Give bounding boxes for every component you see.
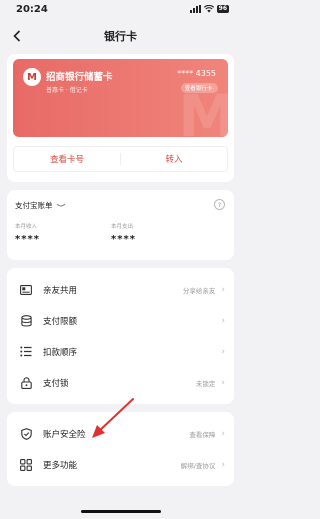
bill-panel: 支付宝账单 ? 本月收入 **** 本月支出 ****: [7, 190, 234, 260]
transfer-in-button[interactable]: 转入: [121, 147, 227, 171]
card-tag[interactable]: 查看银行卡·: [180, 83, 218, 93]
settings-menu: 亲友共用 分享给亲友 › 支付限额 › 扣款顺序 › 支付锁 未锁定 ›: [7, 268, 234, 404]
help-icon[interactable]: ?: [214, 199, 225, 210]
grid-icon: [20, 458, 32, 471]
card-watermark: M: [178, 82, 228, 137]
expense-value: ****: [111, 234, 136, 245]
list-order-icon: [20, 346, 32, 358]
expense-stat: 本月支出 ****: [111, 222, 207, 245]
income-label: 本月收入: [15, 224, 38, 230]
menu-item-family-sharing[interactable]: 亲友共用 分享给亲友 ›: [7, 274, 234, 305]
income-stat: 本月收入 ****: [15, 222, 111, 245]
chevron-right-icon: ›: [221, 315, 225, 326]
chevron-right-icon: ›: [221, 377, 225, 388]
battery-icon: 96: [216, 5, 229, 13]
chevron-right-icon: ›: [221, 284, 225, 295]
signal-icon: [189, 5, 201, 13]
menu-item-more-functions[interactable]: 更多功能 解绑/查协议 ›: [7, 449, 234, 480]
security-menu: 账户安全险 查看保障 › 更多功能 解绑/查协议 ›: [7, 412, 234, 486]
card-number: **** 4355: [177, 69, 216, 78]
expense-label: 本月支出: [111, 224, 134, 230]
nav-bar: 银行卡: [0, 18, 241, 54]
bill-title: 支付宝账单: [15, 201, 53, 210]
bank-card-section: M M 招商银行储蓄卡 普惠卡 · 借记卡 **** 4355 查看银行卡· 查…: [7, 54, 234, 182]
status-bar: 20:24 96: [0, 0, 241, 18]
income-value: ****: [15, 234, 40, 245]
view-card-number-button[interactable]: 查看卡号: [14, 147, 120, 171]
wifi-icon: [203, 5, 214, 13]
page-title: 银行卡: [104, 30, 137, 43]
lock-icon: [20, 376, 32, 389]
chevron-right-icon: ›: [221, 459, 225, 470]
eye-closed-icon[interactable]: [56, 203, 66, 208]
menu-item-deduction-order[interactable]: 扣款顺序 ›: [7, 336, 234, 367]
bank-card[interactable]: M M 招商银行储蓄卡 普惠卡 · 借记卡 **** 4355 查看银行卡·: [13, 59, 228, 137]
bank-logo-icon: M: [23, 68, 41, 86]
database-icon: [20, 314, 32, 327]
chevron-left-icon[interactable]: [8, 27, 26, 45]
card-subtitle: 普惠卡 · 借记卡: [46, 87, 88, 94]
home-indicator: [80, 510, 161, 513]
chevron-right-icon: ›: [221, 428, 225, 439]
family-card-icon: [20, 284, 32, 296]
bank-name: 招商银行储蓄卡: [46, 72, 113, 83]
menu-item-payment-lock[interactable]: 支付锁 未锁定 ›: [7, 367, 234, 398]
status-time: 20:24: [16, 3, 48, 15]
shield-check-icon: [20, 427, 32, 440]
menu-item-account-insurance[interactable]: 账户安全险 查看保障 ›: [7, 418, 234, 449]
card-actions: 查看卡号 转入: [13, 146, 228, 172]
chevron-right-icon: ›: [221, 346, 225, 357]
menu-item-payment-limit[interactable]: 支付限额 ›: [7, 305, 234, 336]
